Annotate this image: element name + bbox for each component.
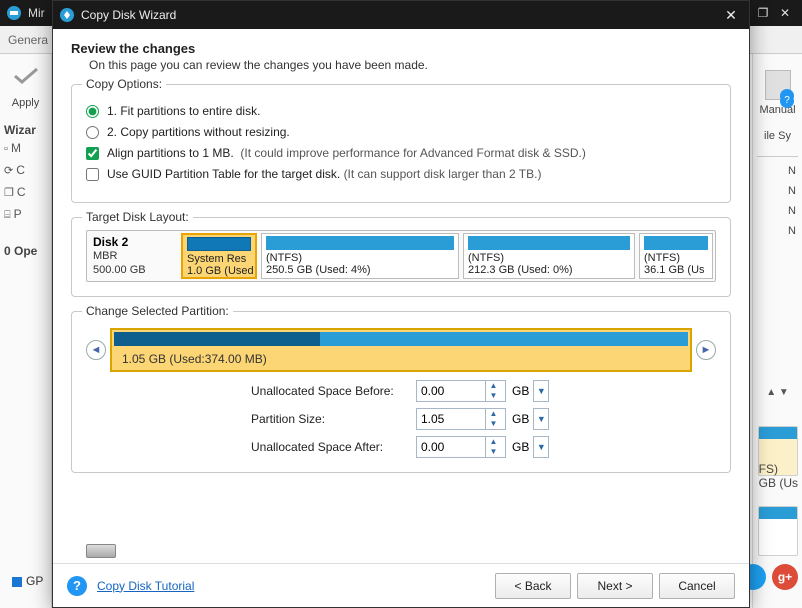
dialog-title: Copy Disk Wizard bbox=[81, 8, 719, 22]
col-initial-0: N bbox=[753, 165, 802, 177]
partition-slider[interactable]: 1.05 GB (Used:374.00 MB) bbox=[110, 328, 692, 372]
parent-close-button[interactable]: ✕ bbox=[774, 6, 796, 20]
sidebar-item-0[interactable]: ▫ M bbox=[0, 137, 51, 159]
dialog-titlebar: Copy Disk Wizard ✕ bbox=[53, 1, 749, 29]
partition-slider-caption: 1.05 GB (Used:374.00 MB) bbox=[122, 352, 267, 366]
unalloc-after-label: Unallocated Space After: bbox=[251, 440, 416, 454]
chevron-down-icon[interactable]: ▲ ▼ bbox=[753, 387, 802, 398]
parent-maximize-button[interactable]: ❐ bbox=[752, 6, 774, 20]
disk-info: Disk 2 MBR 500.00 GB bbox=[87, 231, 179, 281]
unit-dropdown[interactable]: ▼ bbox=[533, 380, 549, 402]
partition-size-input[interactable]: ▲▼ bbox=[416, 408, 506, 430]
disk-name: Disk 2 bbox=[93, 235, 146, 250]
partition-2[interactable]: (NTFS)212.3 GB (Used: 0%) bbox=[463, 233, 635, 279]
cancel-button[interactable]: Cancel bbox=[659, 573, 735, 599]
unit-label: GB bbox=[512, 412, 529, 426]
help-badge-icon: ? bbox=[780, 94, 794, 108]
disk-scheme: MBR bbox=[93, 250, 146, 264]
target-disk-legend: Target Disk Layout: bbox=[82, 210, 193, 224]
spin-down-icon[interactable]: ▼ bbox=[486, 391, 501, 401]
change-partition-legend: Change Selected Partition: bbox=[82, 304, 233, 318]
wizards-header: Wizar bbox=[0, 123, 51, 137]
unit-label: GB bbox=[512, 384, 529, 398]
unit-dropdown[interactable]: ▼ bbox=[533, 436, 549, 458]
copy-disk-wizard-dialog: Copy Disk Wizard ✕ Review the changes On… bbox=[52, 0, 750, 608]
tutorial-link[interactable]: Copy Disk Tutorial bbox=[97, 579, 489, 593]
guid-checkbox[interactable] bbox=[86, 168, 99, 181]
disk-row: Disk 2 MBR 500.00 GB System Res1.0 GB (U… bbox=[86, 230, 716, 282]
copy-without-resize-radio[interactable] bbox=[86, 126, 99, 139]
apply-label[interactable]: Apply bbox=[0, 97, 51, 109]
dialog-footer: ? Copy Disk Tutorial < Back Next > Cance… bbox=[53, 563, 749, 607]
unit-label: GB bbox=[512, 440, 529, 454]
copy-options-legend: Copy Options: bbox=[82, 77, 166, 91]
col-initial-1: N bbox=[753, 185, 802, 197]
guid-label: Use GUID Partition Table for the target … bbox=[107, 167, 340, 181]
change-selected-partition-group: Change Selected Partition: ◄ 1.05 GB (Us… bbox=[71, 311, 731, 473]
spin-down-icon[interactable]: ▼ bbox=[486, 447, 501, 457]
unalloc-after-input[interactable]: ▲▼ bbox=[416, 436, 506, 458]
spin-up-icon[interactable]: ▲ bbox=[486, 437, 501, 447]
next-button[interactable]: Next > bbox=[577, 573, 653, 599]
copy-without-resize-label: 2. Copy partitions without resizing. bbox=[107, 125, 290, 139]
align-1mb-hint: (It could improve performance for Advanc… bbox=[240, 146, 585, 160]
left-sidebar: Apply Wizar ▫ M ⟳ C ❐ C ⌸ P 0 Ope bbox=[0, 54, 52, 608]
unalloc-before-input[interactable]: ▲▼ bbox=[416, 380, 506, 402]
sidebar-item-1[interactable]: ⟳ C bbox=[0, 159, 51, 181]
app-icon bbox=[6, 5, 22, 21]
page-subtitle: On this page you can review the changes … bbox=[89, 58, 731, 72]
spin-up-icon[interactable]: ▲ bbox=[486, 381, 501, 391]
fs-preview-label: FS)GB (Us bbox=[759, 462, 798, 490]
copy-options-group: Copy Options: 1. Fit partitions to entir… bbox=[71, 84, 731, 203]
fit-partitions-label: 1. Fit partitions to entire disk. bbox=[107, 104, 260, 118]
spin-up-icon[interactable]: ▲ bbox=[486, 409, 501, 419]
gpt-legend: GP bbox=[12, 574, 43, 588]
back-button[interactable]: < Back bbox=[495, 573, 571, 599]
col-initial-2: N bbox=[753, 205, 802, 217]
partition-preview-2[interactable] bbox=[758, 506, 798, 556]
sidebar-item-2[interactable]: ❐ C bbox=[0, 181, 51, 203]
fit-partitions-radio[interactable] bbox=[86, 105, 99, 118]
apply-check-icon bbox=[12, 66, 40, 86]
col-initial-3: N bbox=[753, 225, 802, 237]
shrink-left-button[interactable]: ◄ bbox=[86, 340, 106, 360]
wizard-icon bbox=[59, 7, 75, 23]
help-icon[interactable]: ? bbox=[67, 576, 87, 596]
partition-size-label: Partition Size: bbox=[251, 412, 416, 426]
partition-0[interactable]: System Res1.0 GB (Used bbox=[181, 233, 257, 279]
disk-size: 500.00 GB bbox=[93, 264, 146, 278]
partition-3[interactable]: (NTFS)36.1 GB (Us bbox=[639, 233, 713, 279]
sidebar-item-3[interactable]: ⌸ P bbox=[0, 203, 51, 226]
manual-label: Manual bbox=[753, 104, 802, 116]
align-1mb-checkbox[interactable] bbox=[86, 147, 99, 160]
target-disk-layout-group: Target Disk Layout: Disk 2 MBR 500.00 GB… bbox=[71, 217, 731, 297]
tab-general[interactable]: Genera bbox=[8, 33, 48, 47]
filesys-col-header: ile Sy bbox=[753, 130, 802, 142]
hdd-icon bbox=[86, 544, 116, 558]
partition-1[interactable]: (NTFS)250.5 GB (Used: 4%) bbox=[261, 233, 459, 279]
ops-count: 0 Ope bbox=[0, 244, 51, 258]
guid-hint: (It can support disk larger than 2 TB.) bbox=[344, 167, 542, 181]
grow-right-button[interactable]: ► bbox=[696, 340, 716, 360]
dialog-close-button[interactable]: ✕ bbox=[719, 7, 743, 24]
unalloc-before-label: Unallocated Space Before: bbox=[251, 384, 416, 398]
googleplus-icon[interactable]: g+ bbox=[772, 564, 798, 590]
spin-down-icon[interactable]: ▼ bbox=[486, 419, 501, 429]
align-1mb-label: Align partitions to 1 MB. bbox=[107, 146, 234, 160]
page-title: Review the changes bbox=[71, 41, 731, 56]
unit-dropdown[interactable]: ▼ bbox=[533, 408, 549, 430]
